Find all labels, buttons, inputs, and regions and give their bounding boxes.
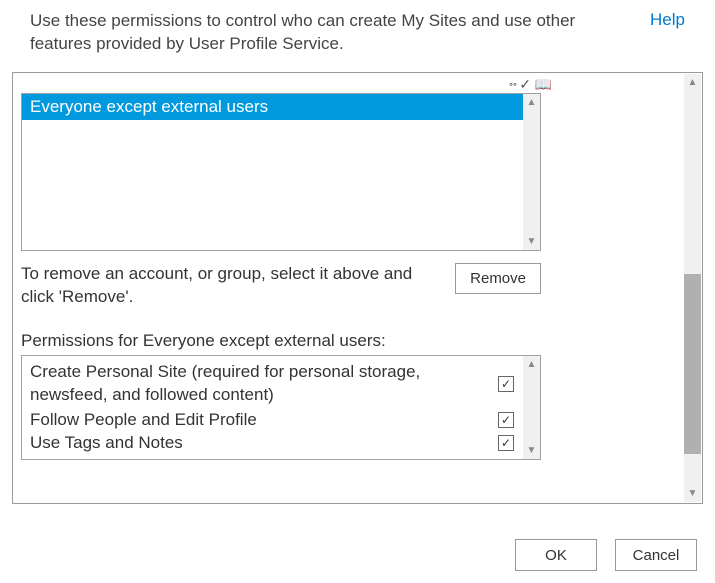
ok-button[interactable]: OK <box>515 539 597 571</box>
content-area: 𐄚✓ 📖 Everyone except external users ▲ ▼ … <box>13 73 702 503</box>
permission-row[interactable]: Create Personal Site (required for perso… <box>30 359 518 409</box>
permission-label: Follow People and Edit Profile <box>30 409 488 432</box>
permissions-items: Create Personal Site (required for perso… <box>22 356 540 458</box>
main-panel: 𐄚✓ 📖 Everyone except external users ▲ ▼ … <box>12 72 703 504</box>
header: Use these permissions to control who can… <box>0 0 715 66</box>
header-description: Use these permissions to control who can… <box>30 10 634 56</box>
browse-icon[interactable]: 📖 <box>535 76 552 92</box>
panel-scrollbar[interactable]: ▲ ▼ <box>684 74 701 502</box>
cancel-button[interactable]: Cancel <box>615 539 697 571</box>
permission-row[interactable]: Follow People and Edit Profile ✓ <box>30 409 518 432</box>
scroll-up-icon[interactable]: ▲ <box>523 356 540 373</box>
permissions-scrollbar[interactable]: ▲ ▼ <box>523 356 540 459</box>
help-link[interactable]: Help <box>650 10 685 30</box>
scrollbar-thumb[interactable] <box>684 274 701 454</box>
permission-label: Create Personal Site (required for perso… <box>30 361 488 407</box>
footer: OK Cancel <box>515 539 697 571</box>
accounts-listbox[interactable]: Everyone except external users ▲ ▼ <box>21 93 541 251</box>
permissions-listbox[interactable]: Create Personal Site (required for perso… <box>21 355 541 460</box>
permission-row[interactable]: Use Tags and Notes ✓ <box>30 432 518 455</box>
scroll-up-icon[interactable]: ▲ <box>523 94 540 111</box>
permission-checkbox[interactable]: ✓ <box>498 376 514 392</box>
remove-button[interactable]: Remove <box>455 263 541 294</box>
scroll-down-icon[interactable]: ▼ <box>523 233 540 250</box>
permission-label: Use Tags and Notes <box>30 432 488 455</box>
account-item-selected[interactable]: Everyone except external users <box>22 94 523 120</box>
scroll-down-icon[interactable]: ▼ <box>523 442 540 459</box>
permissions-label: Permissions for Everyone except external… <box>21 331 678 351</box>
scroll-down-icon[interactable]: ▼ <box>684 485 701 502</box>
scroll-up-icon[interactable]: ▲ <box>684 74 701 91</box>
permission-checkbox[interactable]: ✓ <box>498 435 514 451</box>
picker-toolbar: 𐄚✓ 📖 <box>381 77 678 93</box>
permission-checkbox[interactable]: ✓ <box>498 412 514 428</box>
remove-section: To remove an account, or group, select i… <box>21 263 541 309</box>
remove-instruction: To remove an account, or group, select i… <box>21 263 435 309</box>
check-names-icon[interactable]: 𐄚✓ <box>507 76 531 92</box>
accounts-scrollbar[interactable]: ▲ ▼ <box>523 94 540 250</box>
